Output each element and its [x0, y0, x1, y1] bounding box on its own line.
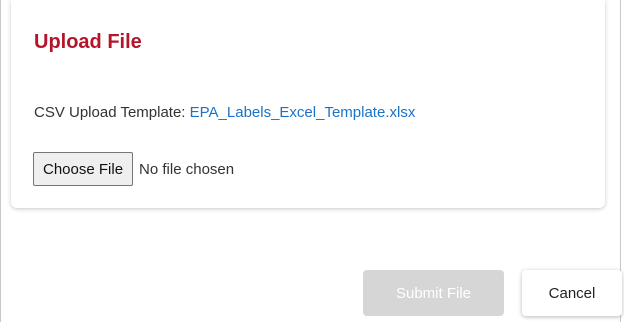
template-row: CSV Upload Template: EPA_Labels_Excel_Te… [34, 103, 415, 123]
upload-file-dialog: Upload File CSV Upload Template: EPA_Lab… [0, 0, 622, 322]
cancel-button[interactable]: Cancel [522, 270, 622, 316]
choose-file-button[interactable]: Choose File [33, 152, 134, 186]
template-download-link[interactable]: EPA_Labels_Excel_Template.xlsx [190, 104, 416, 121]
dialog-title: Upload File [34, 31, 142, 53]
file-input: Choose File No file chosen [33, 152, 234, 186]
submit-file-button[interactable]: Submit File [363, 270, 504, 316]
file-status-text: No file chosen [139, 160, 235, 178]
upload-card: Upload File CSV Upload Template: EPA_Lab… [11, 0, 605, 208]
template-label: CSV Upload Template: [34, 104, 190, 121]
